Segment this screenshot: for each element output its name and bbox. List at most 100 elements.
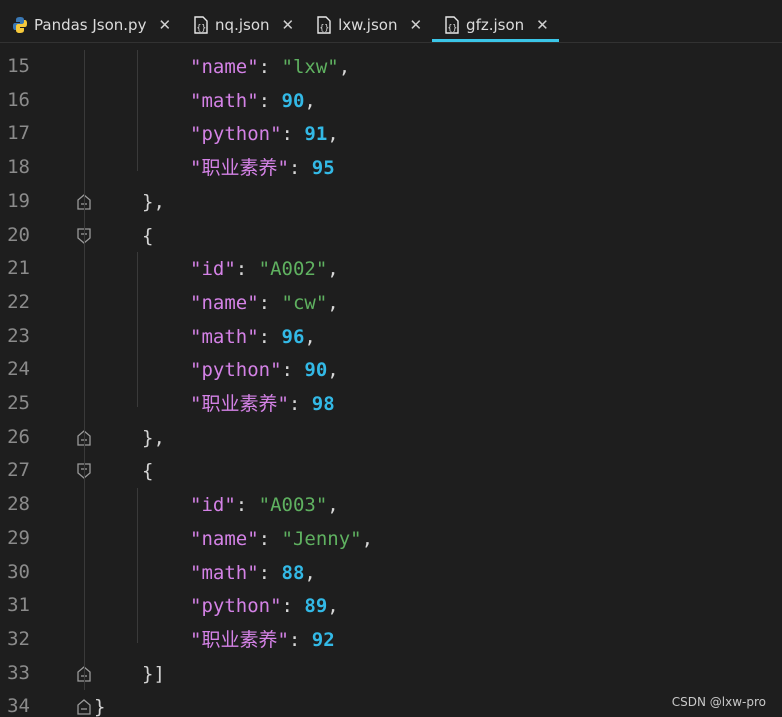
close-icon[interactable]: ✕ bbox=[282, 16, 295, 34]
punctuation: : bbox=[281, 123, 305, 146]
indent-guide bbox=[137, 488, 138, 644]
code-line[interactable]: "name": "cw", bbox=[190, 286, 339, 320]
line-number: 17 bbox=[7, 122, 30, 145]
json-key: "math" bbox=[190, 89, 259, 112]
punctuation: : bbox=[235, 258, 259, 281]
json-key: "id" bbox=[190, 494, 236, 517]
line-number: 21 bbox=[7, 257, 30, 280]
json-key: "math" bbox=[190, 325, 259, 348]
close-icon[interactable]: ✕ bbox=[536, 16, 549, 34]
line-number: 24 bbox=[7, 358, 30, 381]
json-number: 88 bbox=[281, 561, 305, 584]
code-line[interactable]: "name": "Jenny", bbox=[190, 522, 373, 556]
punctuation: , bbox=[304, 561, 316, 584]
line-number: 15 bbox=[7, 55, 30, 77]
code-line[interactable]: "python": 90, bbox=[190, 353, 339, 387]
code-line[interactable]: "职业素养": 95 bbox=[190, 151, 335, 185]
tab-nq-json[interactable]: {} nq.json ✕ bbox=[181, 8, 304, 42]
punctuation: : bbox=[258, 527, 282, 550]
json-key: "name" bbox=[190, 527, 259, 550]
json-key: "python" bbox=[190, 359, 282, 382]
punctuation: : bbox=[281, 595, 305, 618]
tab-label: gfz.json bbox=[466, 16, 525, 34]
code-line[interactable]: } bbox=[94, 690, 105, 717]
code-line[interactable]: "id": "A003", bbox=[190, 488, 339, 522]
code-line[interactable]: }] bbox=[142, 657, 165, 691]
json-number: 90 bbox=[304, 359, 328, 382]
code-line[interactable]: "math": 88, bbox=[190, 556, 316, 590]
punctuation: , bbox=[304, 325, 316, 348]
code-editor[interactable]: 15 "name": "lxw", 16 "math": 90, 17 "python":… bbox=[0, 43, 782, 717]
code-line[interactable]: }, bbox=[142, 185, 165, 219]
punctuation: : bbox=[288, 157, 312, 180]
code-line[interactable]: { bbox=[142, 219, 153, 253]
indent-guide bbox=[137, 252, 138, 408]
punctuation: , bbox=[338, 56, 351, 78]
line-number: 30 bbox=[7, 560, 30, 583]
json-string: "Jenny" bbox=[281, 527, 362, 550]
punctuation: : bbox=[258, 325, 282, 348]
svg-text:{}: {} bbox=[448, 23, 458, 32]
tab-label: Pandas Json.py bbox=[34, 16, 147, 34]
svg-text:{}: {} bbox=[197, 23, 207, 32]
code-line[interactable]: "python": 91, bbox=[190, 117, 339, 151]
bracket: } bbox=[94, 696, 106, 717]
line-number: 20 bbox=[7, 223, 30, 246]
code-line[interactable]: }, bbox=[142, 421, 165, 455]
json-file-icon: {} bbox=[444, 16, 460, 34]
line-number: 31 bbox=[7, 594, 30, 617]
punctuation: , bbox=[304, 89, 316, 112]
editor-tab-bar: Pandas Json.py ✕ {} nq.json ✕ {} lxw.jso… bbox=[0, 8, 782, 43]
tab-pandas-json-py[interactable]: Pandas Json.py ✕ bbox=[0, 8, 181, 42]
punctuation: : bbox=[235, 494, 259, 517]
json-string: "A003" bbox=[258, 494, 328, 517]
json-number: 91 bbox=[304, 123, 328, 146]
punctuation: : bbox=[288, 628, 312, 651]
indent-guide bbox=[137, 50, 138, 172]
code-line[interactable]: { bbox=[142, 454, 153, 488]
punctuation: , bbox=[327, 123, 339, 146]
tab-label: nq.json bbox=[215, 16, 270, 34]
json-key: "职业素养" bbox=[190, 393, 289, 415]
line-number: 29 bbox=[7, 526, 30, 549]
tab-lxw-json[interactable]: {} lxw.json ✕ bbox=[304, 8, 432, 42]
watermark: CSDN @lxw-pro bbox=[671, 695, 766, 709]
json-string: "A002" bbox=[258, 258, 328, 281]
code-line[interactable]: "math": 90, bbox=[190, 84, 316, 118]
close-icon[interactable]: ✕ bbox=[409, 16, 422, 34]
line-number: 33 bbox=[7, 661, 30, 684]
json-number: 89 bbox=[304, 595, 328, 618]
line-number: 28 bbox=[7, 493, 30, 516]
bracket: { bbox=[142, 224, 154, 247]
code-line[interactable]: "职业素养": 98 bbox=[190, 387, 335, 421]
json-string: "cw" bbox=[281, 291, 328, 314]
json-key: "name" bbox=[190, 56, 259, 78]
punctuation: , bbox=[327, 291, 339, 314]
json-string: "lxw" bbox=[281, 56, 339, 78]
punctuation: : bbox=[258, 89, 282, 112]
bracket: { bbox=[142, 460, 154, 483]
json-key: "职业素养" bbox=[190, 157, 289, 180]
punctuation: , bbox=[327, 595, 339, 618]
line-number: 34 bbox=[7, 695, 30, 717]
line-number: 27 bbox=[7, 459, 30, 482]
code-line[interactable]: "python": 89, bbox=[190, 589, 339, 623]
code-line[interactable]: "name": "lxw", bbox=[190, 50, 350, 84]
line-number: 26 bbox=[7, 425, 30, 448]
line-number: 18 bbox=[7, 156, 30, 179]
code-line[interactable]: "id": "A002", bbox=[190, 252, 339, 286]
tab-gfz-json[interactable]: {} gfz.json ✕ bbox=[432, 8, 559, 42]
line-number: 23 bbox=[7, 324, 30, 347]
punctuation: , bbox=[361, 527, 374, 550]
fold-close-icon[interactable] bbox=[76, 698, 92, 716]
close-icon[interactable]: ✕ bbox=[158, 16, 171, 34]
json-key: "name" bbox=[190, 291, 259, 314]
line-number: 25 bbox=[7, 392, 30, 414]
json-file-icon: {} bbox=[193, 16, 209, 34]
code-line[interactable]: "职业素养": 92 bbox=[190, 623, 335, 657]
code-line[interactable]: "math": 96, bbox=[190, 320, 316, 354]
line-number: 22 bbox=[7, 290, 30, 313]
punctuation: : bbox=[258, 291, 282, 314]
punctuation: : bbox=[258, 56, 282, 78]
python-file-icon bbox=[12, 16, 28, 34]
